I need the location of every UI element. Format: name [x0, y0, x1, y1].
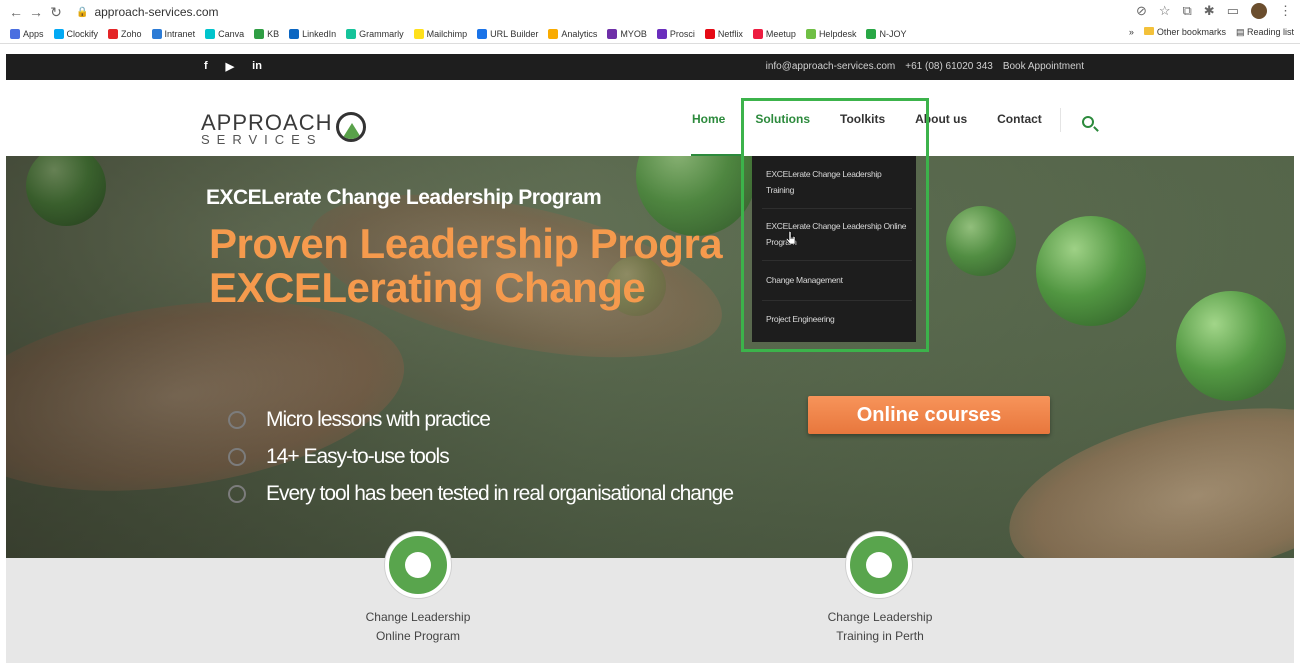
nav-contact[interactable]: Contact [997, 112, 1042, 126]
logo[interactable]: APPROACH SERVICES [201, 110, 366, 147]
folder-icon [1143, 27, 1154, 35]
bookmark[interactable]: Grammarly [346, 28, 404, 39]
hero-kicker: EXCELerate Change Leadership Program [206, 186, 602, 209]
reading-list-button[interactable]: ▤ Reading list [1236, 27, 1294, 38]
phone-link[interactable]: +61 (08) 61020 343 [905, 61, 993, 72]
puzzle-icon[interactable]: ✱ [1204, 3, 1215, 19]
email-link[interactable]: info@approach-services.com [766, 61, 896, 72]
bookmark[interactable]: N-JOY [866, 28, 906, 39]
star-icon[interactable]: ☆ [1159, 3, 1171, 19]
globe-icon[interactable] [385, 532, 451, 598]
back-icon[interactable]: ← [6, 4, 26, 20]
bookmark[interactable]: Netflix [704, 28, 743, 39]
nav-home[interactable]: Home [692, 112, 725, 126]
forward-icon[interactable]: → [26, 4, 46, 20]
netflix-icon [704, 28, 715, 39]
list-item: Micro lessons with practice [228, 408, 733, 432]
bookmark[interactable]: Zoho [108, 28, 142, 39]
highlight-annotation [741, 98, 929, 352]
list-item: 14+ Easy-to-use tools [228, 445, 733, 469]
url-field[interactable]: approach-services.com [94, 5, 218, 19]
bookmark[interactable]: MYOB [607, 28, 647, 39]
hero-banner: EXCELerate Change Leadership Program Pro… [6, 156, 1294, 558]
extension-icon[interactable]: ⧉ [1183, 3, 1192, 19]
bookmarks-right: » Other bookmarks ▤ Reading list [1129, 27, 1294, 38]
feature-training-perth[interactable]: Change Leadership Training in Perth [800, 608, 960, 646]
circle-bullet-icon [228, 448, 246, 466]
bookmark[interactable]: Analytics [548, 28, 597, 39]
apps-grid-icon [10, 28, 20, 39]
circle-bullet-icon [228, 485, 246, 503]
list-item: Every tool has been tested in real organ… [228, 482, 734, 506]
browser-toolbar-icons: ⊘ ☆ ⧉ ✱ ▭ ⋮ [1136, 3, 1292, 19]
circle-bullet-icon [228, 411, 246, 429]
bookmark[interactable]: KB [254, 28, 279, 39]
bookmark[interactable]: Helpdesk [805, 28, 856, 39]
features-section: Change Leadership Online Program Change … [6, 532, 1294, 663]
bookmark[interactable]: Meetup [752, 28, 796, 39]
logo-sub-text: SERVICES [201, 132, 323, 147]
linkedin-icon [289, 28, 300, 39]
bookmark[interactable]: Apps [10, 28, 44, 39]
analytics-icon [548, 28, 559, 39]
online-courses-button[interactable]: Online courses [808, 396, 1050, 434]
bookmark[interactable]: Canva [205, 28, 244, 39]
bookmark[interactable]: URL Builder [477, 28, 538, 39]
mouse-cursor-icon [786, 231, 796, 245]
zoho-icon [108, 28, 119, 39]
grammarly-icon [346, 28, 357, 39]
browser-address-bar: ← → ↻ 🔒 approach-services.com ⊘ ☆ ⧉ ✱ ▭ … [0, 0, 1300, 24]
translate-icon[interactable]: ⊘ [1136, 3, 1147, 19]
url-builder-icon [477, 28, 488, 39]
other-bookmarks-folder[interactable]: Other bookmarks [1143, 27, 1226, 38]
bookmark[interactable]: Intranet [151, 28, 195, 39]
mailchimp-icon [413, 28, 424, 39]
facebook-icon[interactable]: f [204, 60, 208, 73]
cast-icon[interactable]: ▭ [1227, 3, 1239, 19]
clockify-icon [53, 28, 64, 39]
nav-divider [1060, 108, 1061, 132]
lock-icon[interactable]: 🔒 [76, 7, 88, 18]
myob-icon [607, 28, 618, 39]
kb-icon [254, 28, 265, 39]
bookmarks-overflow-button[interactable]: » [1129, 27, 1134, 38]
intranet-icon [151, 28, 162, 39]
menu-icon[interactable]: ⋮ [1279, 3, 1292, 19]
hero-bullet-list: Micro lessons with practice 14+ Easy-to-… [228, 408, 734, 519]
site-header: APPROACH SERVICES Home Solutions Toolkit… [6, 80, 1294, 156]
meetup-icon [752, 28, 763, 39]
njoy-icon [866, 28, 877, 39]
social-links: f ▶ in [204, 60, 262, 73]
feature-online-program[interactable]: Change Leadership Online Program [338, 608, 498, 646]
helpdesk-icon [805, 28, 816, 39]
top-info-bar: f ▶ in info@approach-services.com +61 (0… [6, 54, 1294, 80]
hero-title: Proven Leadership Progra EXCELerating Ch… [209, 220, 723, 311]
bookmark[interactable]: Clockify [53, 28, 98, 39]
reload-icon[interactable]: ↻ [46, 4, 66, 21]
prosci-icon [656, 28, 667, 39]
group-icon[interactable] [846, 532, 912, 598]
logo-mountain-icon [336, 112, 366, 142]
search-icon[interactable] [1082, 116, 1094, 128]
youtube-icon[interactable]: ▶ [226, 60, 234, 73]
bookmark[interactable]: LinkedIn [289, 28, 336, 39]
bookmark[interactable]: Prosci [656, 28, 695, 39]
profile-avatar[interactable] [1251, 3, 1267, 19]
book-appointment-link[interactable]: Book Appointment [1003, 61, 1084, 72]
bookmarks-bar: Apps Clockify Zoho Intranet Canva KB Lin… [0, 24, 1300, 44]
linkedin-icon[interactable]: in [252, 60, 262, 73]
contact-info: info@approach-services.com +61 (08) 6102… [766, 61, 1084, 72]
canva-icon [205, 28, 216, 39]
bookmark[interactable]: Mailchimp [413, 28, 467, 39]
